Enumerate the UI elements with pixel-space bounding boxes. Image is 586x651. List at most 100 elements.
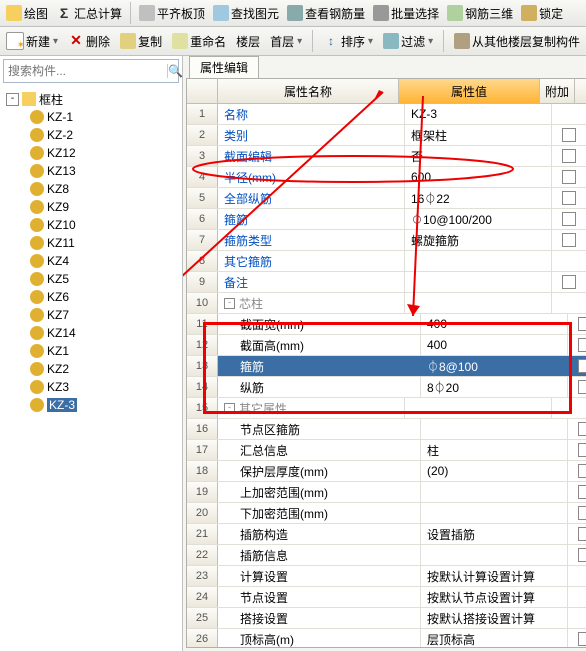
tree-item[interactable]: KZ-1 — [2, 108, 180, 126]
table-row[interactable]: 12截面高(mm)400 — [187, 335, 586, 356]
tree-item[interactable]: KZ12 — [2, 144, 180, 162]
table-row[interactable]: 22插筋信息 — [187, 545, 586, 566]
attach-cell[interactable] — [568, 503, 586, 523]
checkbox[interactable] — [562, 275, 576, 289]
tree-item[interactable]: KZ13 — [2, 162, 180, 180]
tree-item[interactable]: KZ14 — [2, 324, 180, 342]
find-rebar-button[interactable]: 查看钢筋量 — [285, 5, 367, 22]
checkbox[interactable] — [578, 359, 586, 373]
attach-cell[interactable] — [568, 461, 586, 481]
tree-root[interactable]: -框柱 — [2, 90, 180, 108]
draw-button[interactable]: 绘图 — [4, 5, 50, 22]
table-row[interactable]: 2类别框架柱 — [187, 125, 586, 146]
property-value[interactable] — [405, 251, 552, 271]
attach-cell[interactable] — [568, 524, 586, 544]
table-row[interactable]: 7箍筋类型螺旋箍筋 — [187, 230, 586, 251]
attach-cell[interactable] — [552, 230, 586, 250]
expand-icon[interactable]: - — [224, 403, 235, 414]
attach-cell[interactable] — [552, 146, 586, 166]
attach-cell[interactable] — [552, 251, 586, 271]
table-row[interactable]: 3截面编辑否 — [187, 146, 586, 167]
tree-item[interactable]: KZ3 — [2, 378, 180, 396]
search-input[interactable]: 🔍 — [3, 59, 179, 83]
attach-cell[interactable] — [552, 398, 586, 418]
tree-item[interactable]: KZ10 — [2, 216, 180, 234]
table-row[interactable]: 8其它箍筋 — [187, 251, 586, 272]
property-value[interactable]: (20) — [421, 461, 568, 481]
new-button[interactable]: 新建▾ — [4, 32, 60, 50]
tree-item[interactable]: KZ11 — [2, 234, 180, 252]
search-go-icon[interactable]: 🔍 — [167, 64, 183, 78]
filter-button[interactable]: 过滤▾ — [381, 33, 435, 50]
checkbox[interactable] — [578, 485, 586, 499]
checkbox[interactable] — [578, 338, 586, 352]
delete-button[interactable]: ✕删除 — [66, 33, 112, 50]
property-value[interactable]: 按默认计算设置计算 — [421, 566, 568, 586]
tree-item[interactable]: KZ7 — [2, 306, 180, 324]
checkbox[interactable] — [562, 191, 576, 205]
table-row[interactable]: 5全部纵筋16⏀22 — [187, 188, 586, 209]
attach-cell[interactable] — [568, 587, 586, 607]
table-row[interactable]: 24节点设置按默认节点设置计算 — [187, 587, 586, 608]
table-row[interactable]: 25搭接设置按默认搭接设置计算 — [187, 608, 586, 629]
attach-cell[interactable] — [568, 335, 586, 355]
checkbox[interactable] — [578, 527, 586, 541]
property-value[interactable] — [421, 482, 568, 502]
table-row[interactable]: 13箍筋⏀8@100 — [187, 356, 586, 377]
table-row[interactable]: 16节点区箍筋 — [187, 419, 586, 440]
batch-button[interactable]: 批量选择 — [371, 5, 441, 22]
property-value[interactable]: 16⏀22 — [405, 188, 552, 208]
table-row[interactable]: 14纵筋8⏀20 — [187, 377, 586, 398]
attach-cell[interactable] — [568, 440, 586, 460]
table-row[interactable]: 19上加密范围(mm) — [187, 482, 586, 503]
tree-item[interactable]: KZ1 — [2, 342, 180, 360]
flat-button[interactable]: 平齐板顶 — [137, 5, 207, 22]
checkbox[interactable] — [562, 233, 576, 247]
attach-cell[interactable] — [552, 188, 586, 208]
attach-cell[interactable] — [568, 314, 586, 334]
checkbox[interactable] — [562, 149, 576, 163]
table-row[interactable]: 1名称KZ-3 — [187, 104, 586, 125]
property-value[interactable]: 400 — [421, 335, 568, 355]
tab-property-edit[interactable]: 属性编辑 — [189, 56, 259, 78]
checkbox[interactable] — [578, 317, 586, 331]
property-value[interactable] — [405, 293, 552, 313]
sum-button[interactable]: Σ汇总计算 — [54, 5, 124, 22]
table-row[interactable]: 17汇总信息柱 — [187, 440, 586, 461]
expand-icon[interactable]: - — [224, 298, 235, 309]
property-value[interactable]: 框架柱 — [405, 125, 552, 145]
attach-cell[interactable] — [552, 167, 586, 187]
property-value[interactable] — [421, 419, 568, 439]
rebar3d-button[interactable]: 钢筋三维 — [445, 5, 515, 22]
property-value[interactable]: 8⏀20 — [421, 377, 568, 397]
attach-cell[interactable] — [552, 272, 586, 292]
table-row[interactable]: 11截面宽(mm)400 — [187, 314, 586, 335]
tree-item[interactable]: KZ9 — [2, 198, 180, 216]
tree-item[interactable]: KZ6 — [2, 288, 180, 306]
table-row[interactable]: 23计算设置按默认计算设置计算 — [187, 566, 586, 587]
checkbox[interactable] — [578, 548, 586, 562]
tree-item[interactable]: KZ5 — [2, 270, 180, 288]
property-value[interactable]: 设置插筋 — [421, 524, 568, 544]
attach-cell[interactable] — [552, 209, 586, 229]
table-row[interactable]: 20下加密范围(mm) — [187, 503, 586, 524]
floor-select[interactable]: 首层▾ — [268, 33, 304, 50]
checkbox[interactable] — [578, 443, 586, 457]
property-value[interactable]: 螺旋箍筋 — [405, 230, 552, 250]
tree-item[interactable]: KZ-3 — [2, 396, 180, 414]
find-unit-button[interactable]: 查找图元 — [211, 5, 281, 22]
component-tree[interactable]: -框柱KZ-1KZ-2KZ12KZ13KZ8KZ9KZ10KZ11KZ4KZ5K… — [0, 86, 182, 651]
property-value[interactable]: ⏀8@100 — [421, 356, 568, 376]
table-row[interactable]: 18保护层厚度(mm)(20) — [187, 461, 586, 482]
tree-item[interactable]: KZ8 — [2, 180, 180, 198]
attach-cell[interactable] — [568, 356, 586, 376]
property-value[interactable]: 否 — [405, 146, 552, 166]
property-value[interactable]: 400 — [421, 314, 568, 334]
property-value[interactable] — [405, 272, 552, 292]
property-value[interactable]: 600 — [405, 167, 552, 187]
tree-item[interactable]: KZ-2 — [2, 126, 180, 144]
table-row[interactable]: 26顶标高(m)层顶标高 — [187, 629, 586, 647]
attach-cell[interactable] — [568, 482, 586, 502]
property-value[interactable]: ⏀10@100/200 — [405, 209, 552, 229]
checkbox[interactable] — [562, 128, 576, 142]
